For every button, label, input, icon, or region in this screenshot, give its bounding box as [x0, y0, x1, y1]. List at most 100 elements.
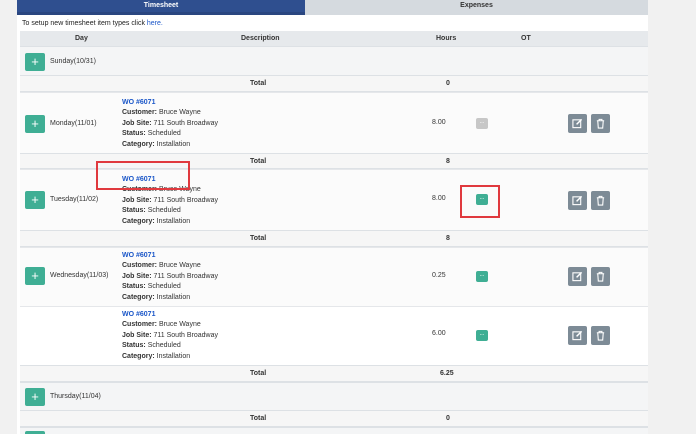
pencil-square-icon	[572, 271, 583, 282]
entry-row: WO #6071 Customer: Bruce Wayne Job Site:…	[20, 306, 648, 365]
work-order-link[interactable]: WO #6071	[122, 310, 218, 320]
column-hours: Hours	[436, 35, 457, 42]
category-label: Category:	[122, 352, 155, 360]
category-value: Installation	[156, 140, 191, 148]
day-row-next	[20, 427, 648, 434]
setup-note-text: To setup new timesheet item types click	[22, 20, 147, 27]
total-value: 6.25	[440, 370, 454, 377]
day-label: Thursday(11/04)	[50, 393, 101, 400]
edit-button[interactable]	[568, 267, 587, 286]
total-label: Total	[250, 80, 267, 87]
total-value: 8	[446, 158, 450, 165]
highlight-work-order-box	[96, 161, 190, 190]
add-entry-button[interactable]: +	[25, 53, 45, 71]
status-value: Scheduled	[147, 342, 181, 350]
status-value: Scheduled	[147, 283, 181, 291]
column-description: Description	[241, 35, 280, 42]
customer-value: Bruce Wayne	[158, 109, 201, 117]
total-row-sunday: Total 0	[20, 75, 648, 92]
day-row-wednesday: + Wednesday(11/03) WO #6071 Customer: Br…	[20, 247, 648, 306]
category-label: Category:	[122, 293, 155, 301]
job-site-value: 711 South Broadway	[153, 331, 218, 339]
day-label: Monday(11/01)	[50, 120, 97, 127]
work-order-link[interactable]: WO #6071	[122, 98, 218, 108]
customer-label: Customer:	[122, 321, 158, 329]
delete-button[interactable]	[591, 326, 610, 345]
status-label: Status:	[122, 207, 146, 215]
category-label: Category:	[122, 217, 155, 225]
hours-value: 6.00	[432, 330, 446, 337]
total-label: Total	[250, 158, 267, 165]
setup-note: To setup new timesheet item types click …	[22, 20, 163, 27]
add-entry-button[interactable]: +	[25, 115, 45, 133]
hours-value: 0.25	[432, 272, 446, 279]
trash-icon	[596, 118, 605, 129]
category-value: Installation	[156, 352, 191, 360]
job-site-value: 711 South Broadway	[153, 196, 218, 204]
timesheet-panel: Timesheet Expenses To setup new timeshee…	[17, 0, 648, 434]
job-site-value: 711 South Broadway	[153, 119, 218, 127]
edit-button[interactable]	[568, 114, 587, 133]
total-label: Total	[250, 370, 267, 377]
tab-timesheet[interactable]: Timesheet	[17, 0, 305, 15]
total-row-tuesday: Total 8	[20, 230, 648, 247]
day-row-sunday: + Sunday(10/31)	[20, 46, 648, 75]
column-day: Day	[75, 35, 88, 42]
work-order-details: WO #6071 Customer: Bruce Wayne Job Site:…	[122, 98, 218, 150]
job-site-value: 711 South Broadway	[153, 272, 218, 280]
total-label: Total	[250, 235, 267, 242]
customer-value: Bruce Wayne	[158, 321, 201, 329]
category-label: Category:	[122, 140, 155, 148]
delete-button[interactable]	[591, 114, 610, 133]
status-label: Status:	[122, 342, 146, 350]
work-order-link[interactable]: WO #6071	[122, 251, 218, 261]
edit-button[interactable]	[568, 326, 587, 345]
total-row-thursday: Total 0	[20, 410, 648, 427]
category-value: Installation	[156, 217, 191, 225]
tab-expenses[interactable]: Expenses	[305, 0, 648, 15]
customer-label: Customer:	[122, 262, 158, 270]
edit-button[interactable]	[568, 191, 587, 210]
status-value: Scheduled	[147, 130, 181, 138]
day-row-monday: + Monday(11/01) WO #6071 Customer: Bruce…	[20, 92, 648, 153]
customer-label: Customer:	[122, 109, 158, 117]
highlight-ot-button-box	[460, 185, 500, 218]
hours-value: 8.00	[432, 119, 446, 126]
setup-here-link[interactable]: here.	[147, 20, 163, 27]
trash-icon	[596, 195, 605, 206]
day-label: Sunday(10/31)	[50, 58, 96, 65]
delete-button[interactable]	[591, 191, 610, 210]
total-value: 0	[446, 80, 450, 87]
customer-value: Bruce Wayne	[158, 262, 201, 270]
total-label: Total	[250, 415, 267, 422]
job-site-label: Job Site:	[122, 119, 152, 127]
add-entry-button[interactable]: +	[25, 191, 45, 209]
pencil-square-icon	[572, 118, 583, 129]
total-value: 0	[446, 415, 450, 422]
job-site-label: Job Site:	[122, 331, 152, 339]
add-entry-button[interactable]: +	[25, 267, 45, 285]
delete-button[interactable]	[591, 267, 610, 286]
job-site-label: Job Site:	[122, 272, 152, 280]
status-label: Status:	[122, 283, 146, 291]
ot-button[interactable]: ...	[476, 271, 488, 282]
day-label: Wednesday(11/03)	[50, 272, 109, 279]
table-header: Day Description Hours OT	[20, 31, 648, 46]
total-row-wednesday: Total 6.25	[20, 365, 648, 382]
category-value: Installation	[156, 293, 191, 301]
pencil-square-icon	[572, 330, 583, 341]
day-row-thursday: + Thursday(11/04)	[20, 382, 648, 410]
column-ot: OT	[521, 35, 531, 42]
status-value: Scheduled	[147, 207, 181, 215]
work-order-details: WO #6071 Customer: Bruce Wayne Job Site:…	[122, 310, 218, 362]
ot-button[interactable]: ...	[476, 330, 488, 341]
trash-icon	[596, 330, 605, 341]
day-label: Tuesday(11/02)	[50, 196, 99, 203]
status-label: Status:	[122, 130, 146, 138]
work-order-details: WO #6071 Customer: Bruce Wayne Job Site:…	[122, 251, 218, 303]
ot-button[interactable]: ...	[476, 118, 488, 129]
tab-bar: Timesheet Expenses	[17, 0, 648, 15]
add-entry-button[interactable]: +	[25, 388, 45, 406]
hours-value: 8.00	[432, 195, 446, 202]
trash-icon	[596, 271, 605, 282]
